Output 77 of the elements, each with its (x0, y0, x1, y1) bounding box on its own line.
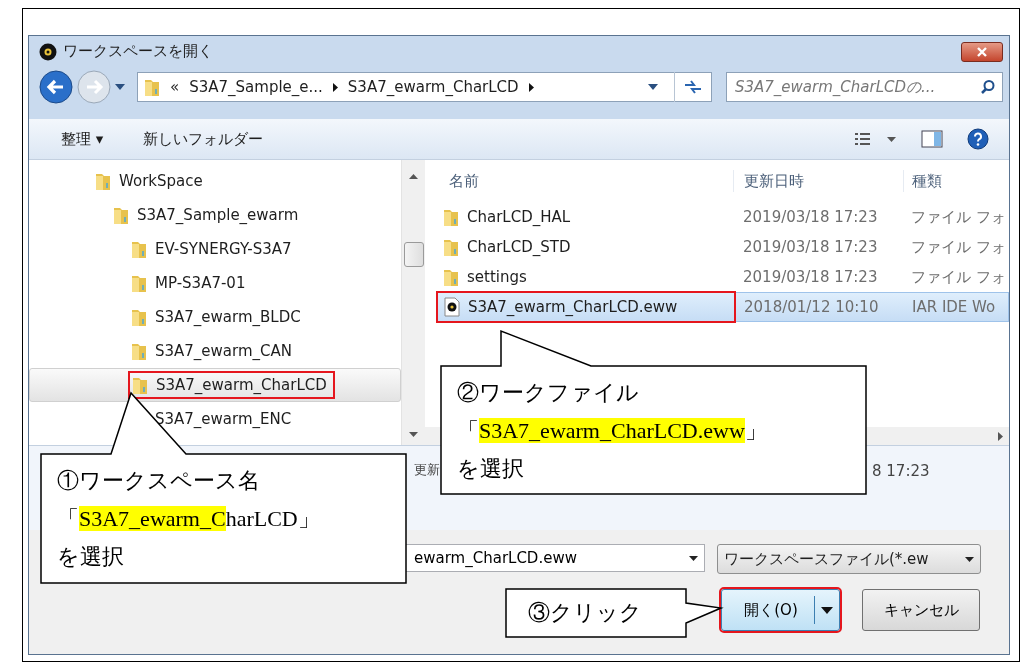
cancel-button[interactable]: キャンセル (862, 589, 980, 631)
file-row[interactable]: settings 2019/03/18 17:23 ファイル フォ (437, 262, 1009, 292)
scroll-right-icon[interactable] (998, 431, 1003, 441)
folder-icon (131, 239, 147, 259)
table-cell-text: 2018/01/12 10:10 (743, 296, 880, 318)
breadcrumb-arrow-icon[interactable] (528, 82, 534, 92)
details-value: 8 17:23 (872, 461, 930, 482)
column-header[interactable]: 名前 (425, 169, 733, 193)
close-icon[interactable] (976, 46, 988, 57)
file-name: settings (467, 266, 527, 288)
table-cell-text: 2019/03/18 17:23 (742, 206, 879, 228)
file-name: CharLCD_STD (467, 236, 571, 258)
folder-icon (443, 267, 459, 287)
tree-item[interactable]: EV-SYNERGY-S3A7 (29, 232, 401, 266)
folder-icon (131, 273, 147, 293)
open-split-button[interactable]: 開く(O) (721, 589, 840, 631)
address-bar[interactable]: « S3A7_Sample_e... S3A7_ewarm_CharLCD (137, 72, 712, 102)
file-type-dropdown[interactable]: ワークスペースファイル(*.ew (717, 544, 981, 574)
dropdown-caret-icon[interactable] (689, 555, 698, 561)
callout-text: ③クリック (528, 599, 642, 627)
window-title: ワークスペースを開く (63, 41, 214, 63)
table-cell-text: ファイル フォ (910, 266, 1007, 288)
tree-item[interactable]: S3A7_Sample_ewarm (29, 198, 401, 232)
tree-item[interactable]: S3A7_ewarm_BLDC (29, 300, 401, 334)
search-field[interactable]: S3A7_ewarm_CharLCDの... (726, 72, 1003, 102)
view-options-icon[interactable] (855, 132, 897, 146)
breadcrumb-arrow-icon[interactable] (332, 82, 338, 92)
workspace-file-icon (444, 297, 460, 317)
table-cell-text: ファイル フォ (910, 236, 1007, 258)
scroll-thumb[interactable] (403, 242, 424, 267)
scroll-down-icon[interactable] (409, 432, 418, 437)
column-header[interactable]: 更新日時 (733, 169, 903, 193)
file-row[interactable]: CharLCD_HAL 2019/03/18 17:23 ファイル フォ (437, 202, 1009, 232)
callout-text: ②ワークファイル (457, 379, 640, 407)
folder-icon (144, 77, 160, 97)
folder-icon (131, 341, 147, 361)
column-header[interactable]: 種類 (903, 169, 1009, 193)
folder-icon (132, 375, 148, 395)
table-cell-text: IAR IDE Wo (911, 296, 997, 318)
file-name: S3A7_ewarm_CharLCD.eww (468, 296, 678, 318)
folder-icon (443, 237, 459, 257)
refresh-icon[interactable] (683, 79, 703, 95)
file-row[interactable]: CharLCD_STD 2019/03/18 17:23 ファイル フォ (437, 232, 1009, 262)
table-cell-text: 2019/03/18 17:23 (742, 236, 879, 258)
new-folder-button[interactable]: 新しいフォルダー (143, 127, 264, 151)
tree-item[interactable]: MP-S3A7-01 (29, 266, 401, 300)
scroll-up-icon[interactable] (409, 174, 418, 179)
file-row[interactable]: S3A7_ewarm_CharLCD.eww 2018/01/12 10:10 IAR IDE Wo (437, 292, 1009, 322)
scrollbar[interactable] (401, 160, 425, 445)
tree-item[interactable]: S3A7_ewarm_CAN (29, 334, 401, 368)
tree-item[interactable]: S3A7_ewarm_CharLCD (29, 368, 401, 402)
dropdown-caret-icon[interactable] (821, 606, 833, 614)
dropdown-caret-icon[interactable] (648, 84, 658, 90)
close-button[interactable] (961, 41, 1003, 62)
breadcrumb[interactable]: S3A7_Sample_e... (189, 75, 323, 99)
folder-icon (131, 307, 147, 327)
search-icon[interactable] (980, 79, 996, 95)
details-label: 更新 (414, 461, 440, 479)
callout-text: を選択 (457, 455, 525, 483)
callout-text: を選択 (57, 543, 125, 571)
organize-menu[interactable]: 整理 ▾ (61, 127, 104, 151)
folder-icon (95, 171, 111, 191)
callout-text: ①ワークスペース名 (57, 467, 261, 495)
table-cell-text: 2019/03/18 17:23 (742, 266, 879, 288)
folder-icon (443, 207, 459, 227)
file-name: CharLCD_HAL (467, 206, 571, 228)
back-button[interactable] (39, 70, 73, 104)
overflow-chevron[interactable]: « (170, 75, 180, 99)
preview-pane-icon[interactable] (921, 130, 943, 148)
breadcrumb[interactable]: S3A7_ewarm_CharLCD (347, 75, 519, 99)
help-icon[interactable] (967, 128, 989, 150)
app-icon (39, 42, 57, 61)
tree-item[interactable]: WorkSpace (29, 164, 401, 198)
folder-icon (113, 205, 129, 225)
table-cell-text: ファイル フォ (910, 206, 1007, 228)
callout-text: 「S3A7_ewarm_CharLCD」 (57, 505, 320, 533)
dropdown-caret-icon[interactable] (965, 556, 974, 562)
